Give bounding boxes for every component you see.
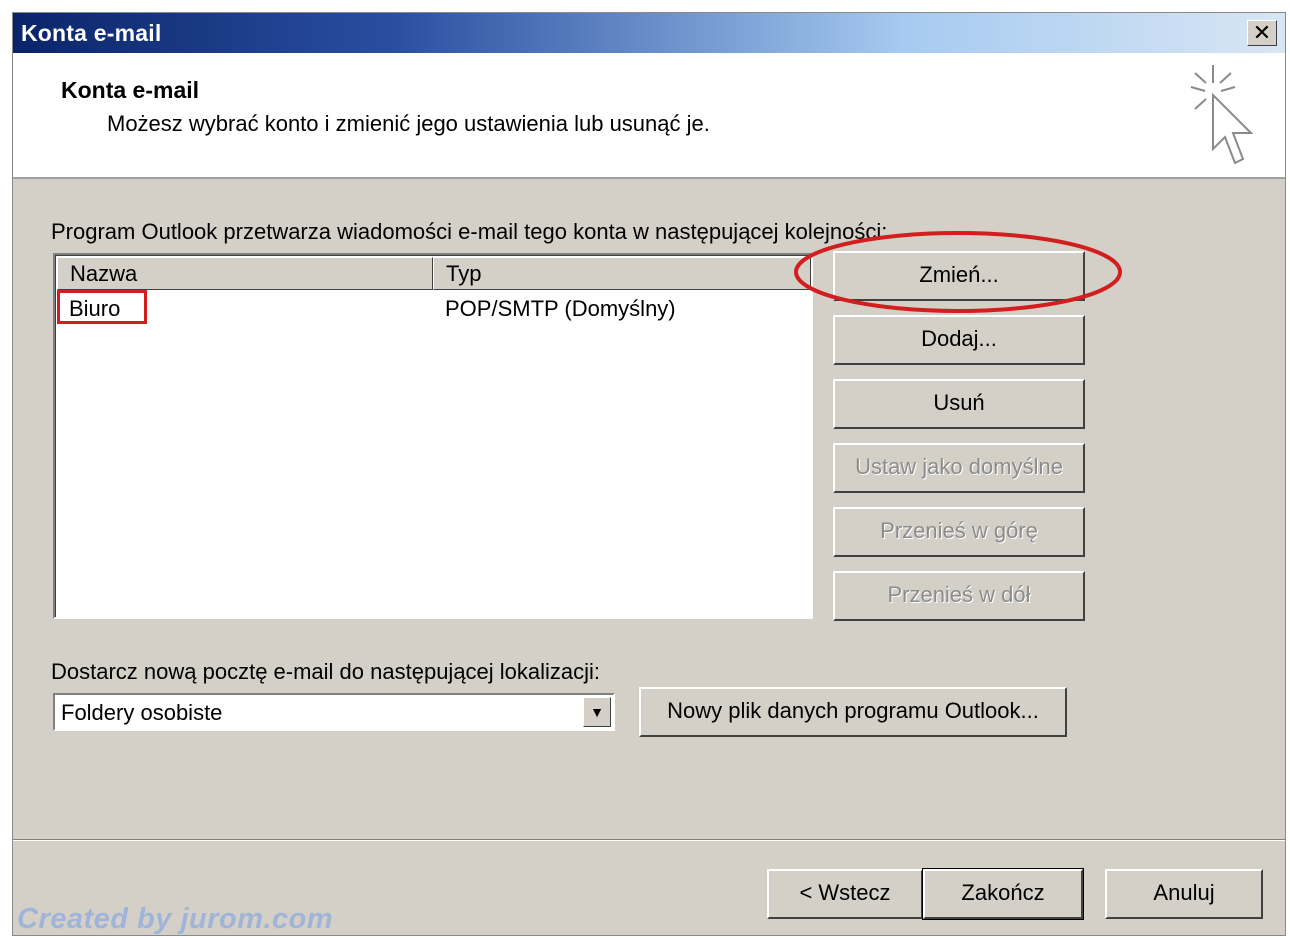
move-down-button[interactable]: Przenieś w dół bbox=[833, 571, 1085, 621]
move-up-button[interactable]: Przenieś w górę bbox=[833, 507, 1085, 557]
highlight-box bbox=[57, 290, 147, 324]
column-header-nazwa[interactable]: Nazwa bbox=[57, 257, 433, 290]
watermark: Created by jurom.com bbox=[17, 903, 334, 935]
accounts-order-label: Program Outlook przetwarza wiadomości e-… bbox=[51, 219, 888, 244]
header-subtitle: Możesz wybrać konto i zmienić jego ustaw… bbox=[107, 111, 710, 136]
header-title: Konta e-mail bbox=[61, 77, 200, 103]
delivery-location-select[interactable]: Foldery osobiste ▼ bbox=[53, 693, 615, 731]
remove-button[interactable]: Usuń bbox=[833, 379, 1085, 429]
delivery-location-value: Foldery osobiste bbox=[61, 700, 223, 725]
cursor-click-icon bbox=[1190, 65, 1254, 165]
add-button[interactable]: Dodaj... bbox=[833, 315, 1085, 365]
set-default-button[interactable]: Ustaw jako domyślne bbox=[833, 443, 1085, 493]
window-title: Konta e-mail bbox=[21, 20, 162, 46]
finish-button[interactable]: Zakończ bbox=[922, 868, 1084, 920]
cancel-button[interactable]: Anuluj bbox=[1105, 869, 1263, 919]
footer-separator bbox=[13, 839, 1285, 841]
close-icon[interactable]: ✕ bbox=[1247, 20, 1277, 46]
delivery-location-label: Dostarcz nową pocztę e-mail do następują… bbox=[51, 659, 601, 684]
new-data-file-button[interactable]: Nowy plik danych programu Outlook... bbox=[639, 687, 1067, 737]
wizard-header: Konta e-mail Możesz wybrać konto i zmien… bbox=[13, 53, 1285, 179]
change-button[interactable]: Zmień... bbox=[833, 251, 1085, 301]
konta-email-dialog: Konta e-mail ✕ Konta e-mail Możesz wybra… bbox=[12, 12, 1286, 936]
chevron-down-icon[interactable]: ▼ bbox=[583, 697, 611, 727]
back-button[interactable]: < Wstecz bbox=[767, 869, 923, 919]
account-type-cell[interactable]: POP/SMTP (Domyślny) bbox=[445, 296, 676, 322]
column-header-typ[interactable]: Typ bbox=[433, 257, 811, 290]
accounts-list[interactable]: Nazwa Typ Biuro POP/SMTP (Domyślny) bbox=[53, 253, 813, 619]
title-bar[interactable]: Konta e-mail ✕ bbox=[13, 13, 1285, 53]
